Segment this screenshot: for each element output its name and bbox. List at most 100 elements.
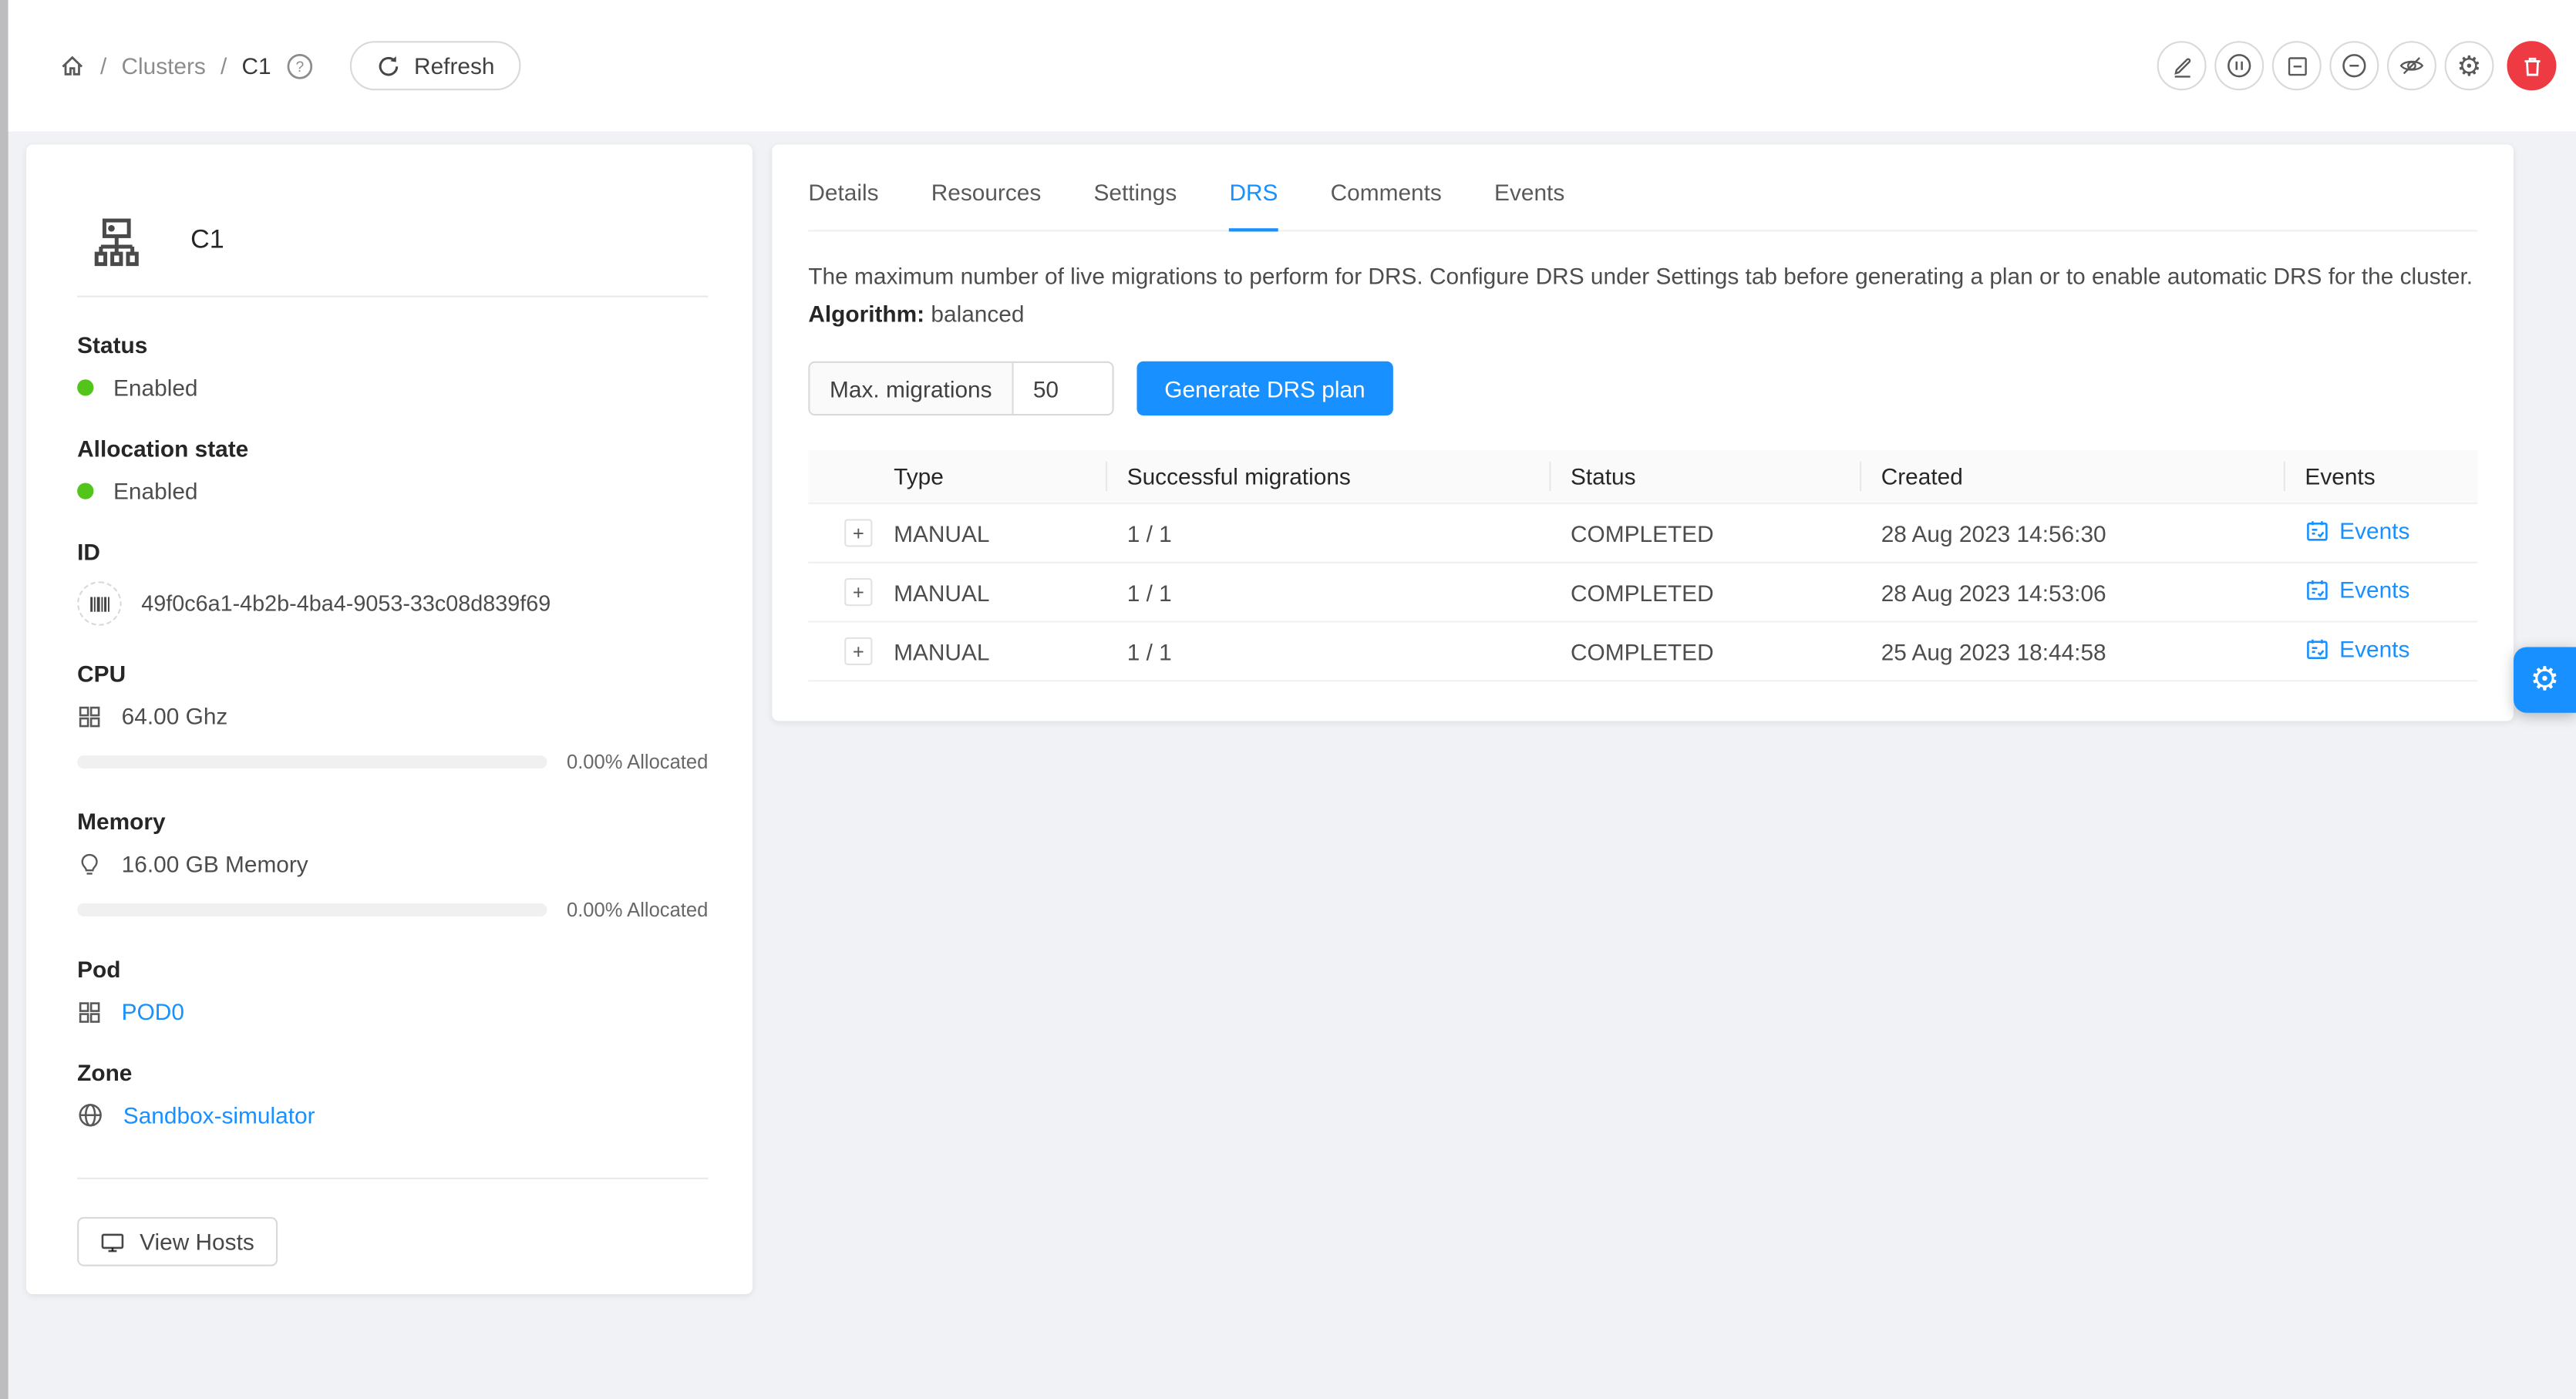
refresh-button[interactable]: Refresh <box>350 41 521 90</box>
expand-row-button[interactable]: + <box>844 520 872 547</box>
memory-progress-track <box>77 903 547 916</box>
page: / Clusters / C1 ? Refresh <box>0 0 2576 1399</box>
status-dot-green <box>77 379 93 395</box>
edit-button[interactable] <box>2157 41 2207 90</box>
cell-migrations: 1 / 1 <box>1107 638 1551 664</box>
left-edge-strip <box>0 0 8 1399</box>
refresh-label: Refresh <box>414 52 494 79</box>
row-events-link[interactable]: Events <box>2305 577 2409 603</box>
gear-icon: ⚙ <box>2456 52 2481 79</box>
help-circle-icon[interactable]: ? <box>286 52 314 79</box>
cpu-value: 64.00 Ghz <box>122 703 228 729</box>
events-link-label: Events <box>2339 518 2409 544</box>
memory-label: Memory <box>77 808 708 834</box>
zone-section: Zone Sandbox-simulator <box>77 1059 708 1128</box>
pod-label: Pod <box>77 956 708 982</box>
minus-square-icon <box>2285 53 2309 78</box>
allocation-value: Enabled <box>113 478 198 504</box>
floating-settings-button[interactable]: ⚙ <box>2514 647 2576 713</box>
expand-row-button[interactable]: + <box>844 637 872 665</box>
home-icon[interactable] <box>59 52 86 79</box>
top-header: / Clusters / C1 ? Refresh <box>8 0 2576 131</box>
cell-status: COMPLETED <box>1551 520 1861 546</box>
cluster-icon <box>89 214 144 269</box>
pod-section: Pod POD0 <box>77 956 708 1024</box>
cluster-detail-card: Details Resources Settings DRS Comments … <box>772 145 2514 721</box>
table-row: + MANUAL 1 / 1 COMPLETED 28 Aug 2023 14:… <box>808 563 2477 623</box>
tab-bar: Details Resources Settings DRS Comments … <box>808 145 2477 232</box>
allocation-dot-green <box>77 483 93 499</box>
cluster-info-card: C1 Status Enabled Allocation state Enabl… <box>26 145 753 1295</box>
tab-events[interactable]: Events <box>1494 145 1564 232</box>
algorithm-label: Algorithm: <box>808 301 924 327</box>
breadcrumb-separator: / <box>100 52 106 79</box>
max-migrations-group: Max. migrations <box>808 362 1113 415</box>
memory-value: 16.00 GB Memory <box>122 851 308 877</box>
events-link-label: Events <box>2339 636 2409 662</box>
allocation-label: Allocation state <box>77 436 708 462</box>
reload-icon <box>376 53 401 78</box>
cell-type: MANUAL <box>874 520 1108 546</box>
cell-created: 28 Aug 2023 14:56:30 <box>1861 520 2285 546</box>
tab-settings[interactable]: Settings <box>1093 145 1177 232</box>
table-header-row: Type Successful migrations Status Create… <box>808 450 2477 504</box>
schedule-icon <box>2305 577 2329 602</box>
column-header-status: Status <box>1551 463 1861 489</box>
tab-comments[interactable]: Comments <box>1331 145 1442 232</box>
cell-migrations: 1 / 1 <box>1107 579 1551 605</box>
pod-link[interactable]: POD0 <box>122 998 184 1024</box>
table-row: + MANUAL 1 / 1 COMPLETED 28 Aug 2023 14:… <box>808 504 2477 563</box>
column-header-events: Events <box>2285 463 2477 489</box>
cpu-allocated-text: 0.00% Allocated <box>567 751 708 774</box>
view-hosts-button[interactable]: View Hosts <box>77 1217 277 1266</box>
column-header-type: Type <box>874 463 1108 489</box>
memory-progress: 0.00% Allocated <box>77 899 708 922</box>
cluster-header: C1 <box>77 187 708 296</box>
tab-drs[interactable]: DRS <box>1229 145 1278 232</box>
cluster-name-title: C1 <box>190 227 224 256</box>
disable-button[interactable] <box>2329 41 2379 90</box>
pause-circle-icon <box>2226 52 2252 79</box>
eye-invisible-icon <box>2399 52 2425 79</box>
appstore-icon <box>77 704 102 728</box>
gear-icon: ⚙ <box>2530 664 2559 697</box>
copy-id-button[interactable] <box>77 581 122 626</box>
cell-type: MANUAL <box>874 579 1108 605</box>
column-header-migrations: Successful migrations <box>1107 463 1551 489</box>
expand-row-button[interactable]: + <box>844 579 872 607</box>
barcode-icon <box>88 592 111 615</box>
divider <box>77 296 708 298</box>
trash-icon <box>2519 53 2544 78</box>
max-migrations-input[interactable] <box>1013 363 1112 414</box>
minus-circle-icon <box>2341 52 2367 79</box>
pause-button[interactable] <box>2214 41 2264 90</box>
cpu-section: CPU 64.00 Ghz 0.00% Allocated <box>77 661 708 774</box>
drs-algorithm-line: Algorithm: balanced <box>808 301 2477 327</box>
generate-drs-plan-button[interactable]: Generate DRS plan <box>1136 362 1393 415</box>
settings-button[interactable]: ⚙ <box>2445 41 2494 90</box>
events-link-label: Events <box>2339 577 2409 603</box>
zone-link[interactable]: Sandbox-simulator <box>123 1102 315 1128</box>
cluster-id-value: 49f0c6a1-4b2b-4ba4-9053-33c08d839f69 <box>141 591 551 616</box>
status-value: Enabled <box>113 375 198 401</box>
divider <box>77 1178 708 1179</box>
schedule-icon <box>2305 637 2329 661</box>
view-hosts-label: View Hosts <box>140 1229 254 1255</box>
tab-resources[interactable]: Resources <box>931 145 1042 232</box>
tab-details[interactable]: Details <box>808 145 878 232</box>
max-migrations-addon-label: Max. migrations <box>810 363 1013 414</box>
hide-button[interactable] <box>2387 41 2436 90</box>
svg-text:?: ? <box>296 59 305 75</box>
drs-description: The maximum number of live migrations to… <box>808 263 2477 289</box>
unmanage-button[interactable] <box>2272 41 2322 90</box>
appstore-icon <box>77 1000 102 1024</box>
cpu-progress-track <box>77 755 547 768</box>
row-events-link[interactable]: Events <box>2305 636 2409 662</box>
zone-label: Zone <box>77 1059 708 1085</box>
header-actions: ⚙ <box>2157 41 2557 90</box>
delete-button[interactable] <box>2507 41 2557 90</box>
breadcrumb-clusters-link[interactable]: Clusters <box>121 52 205 79</box>
edit-icon <box>2170 53 2194 78</box>
row-events-link[interactable]: Events <box>2305 518 2409 544</box>
status-section: Status Enabled <box>77 331 708 400</box>
